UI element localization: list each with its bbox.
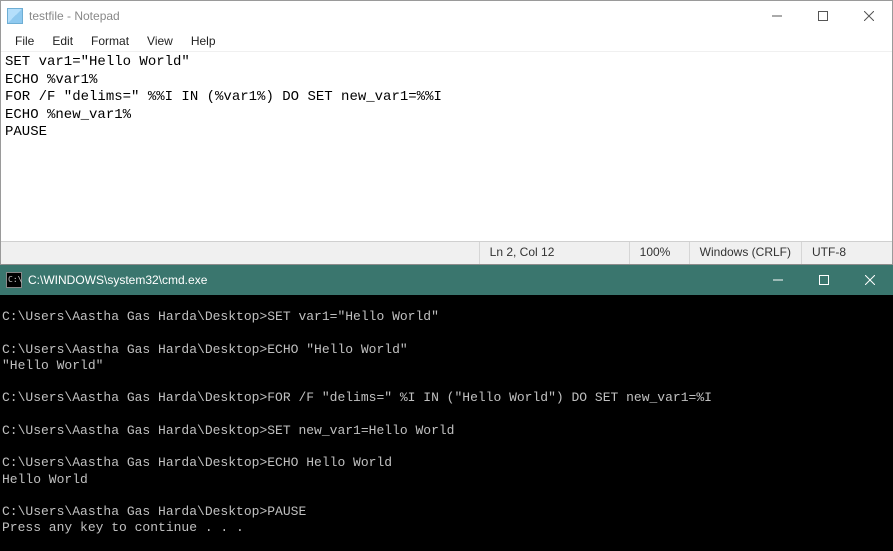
menu-format[interactable]: Format bbox=[83, 32, 137, 50]
minimize-icon bbox=[773, 275, 783, 285]
maximize-icon bbox=[819, 275, 829, 285]
menubar: File Edit Format View Help bbox=[1, 31, 892, 52]
window-controls bbox=[754, 1, 892, 31]
minimize-icon bbox=[772, 11, 782, 21]
cmd-minimize-button[interactable] bbox=[755, 265, 801, 295]
status-zoom: 100% bbox=[630, 242, 690, 264]
notepad-icon bbox=[7, 8, 23, 24]
status-lineending: Windows (CRLF) bbox=[690, 242, 802, 264]
close-icon bbox=[864, 11, 874, 21]
minimize-button[interactable] bbox=[754, 1, 800, 31]
menu-file[interactable]: File bbox=[7, 32, 42, 50]
cmd-window: C:\ C:\WINDOWS\system32\cmd.exe C:\Users… bbox=[0, 265, 893, 551]
status-spacer bbox=[1, 242, 480, 264]
cmd-icon: C:\ bbox=[6, 272, 22, 288]
menu-edit[interactable]: Edit bbox=[44, 32, 81, 50]
cmd-window-controls bbox=[755, 265, 893, 295]
cmd-titlebar[interactable]: C:\ C:\WINDOWS\system32\cmd.exe bbox=[0, 265, 893, 295]
cmd-output[interactable]: C:\Users\Aastha Gas Harda\Desktop>SET va… bbox=[0, 295, 893, 551]
statusbar: Ln 2, Col 12 100% Windows (CRLF) UTF-8 bbox=[1, 241, 892, 264]
maximize-button[interactable] bbox=[800, 1, 846, 31]
status-cursor: Ln 2, Col 12 bbox=[480, 242, 630, 264]
close-icon bbox=[865, 275, 875, 285]
menu-help[interactable]: Help bbox=[183, 32, 224, 50]
cmd-window-title: C:\WINDOWS\system32\cmd.exe bbox=[28, 273, 755, 287]
notepad-titlebar[interactable]: testfile - Notepad bbox=[1, 1, 892, 31]
notepad-window: testfile - Notepad File Edit Format View… bbox=[0, 0, 893, 265]
maximize-icon bbox=[818, 11, 828, 21]
window-title: testfile - Notepad bbox=[29, 9, 754, 23]
close-button[interactable] bbox=[846, 1, 892, 31]
status-encoding: UTF-8 bbox=[802, 242, 892, 264]
editor-textarea[interactable]: SET var1="Hello World" ECHO %var1% FOR /… bbox=[1, 52, 892, 241]
menu-view[interactable]: View bbox=[139, 32, 181, 50]
cmd-close-button[interactable] bbox=[847, 265, 893, 295]
cmd-maximize-button[interactable] bbox=[801, 265, 847, 295]
